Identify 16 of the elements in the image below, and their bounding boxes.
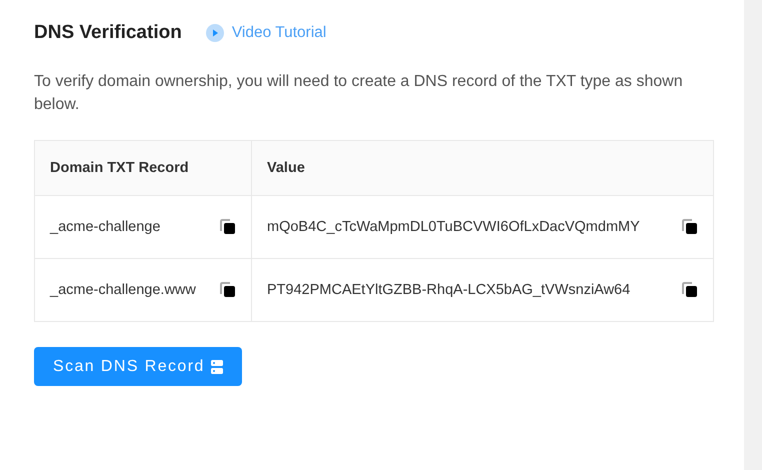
copy-button[interactable] bbox=[682, 219, 698, 235]
record-value: mQoB4C_cTcWaMpmDL0TuBCVWI6OfLxDacVQmdmMY bbox=[267, 219, 640, 235]
column-header: Domain TXT Record bbox=[34, 140, 252, 196]
record-name: _acme-challenge bbox=[50, 219, 160, 235]
copy-button[interactable] bbox=[682, 282, 698, 298]
play-icon bbox=[206, 24, 224, 42]
scan-dns-record-button[interactable]: Scan DNS Record bbox=[34, 347, 242, 386]
video-tutorial-link[interactable]: Video Tutorial bbox=[206, 24, 326, 42]
copy-button[interactable] bbox=[220, 219, 236, 235]
copy-button[interactable] bbox=[220, 282, 236, 298]
record-name: _acme-challenge.www bbox=[50, 282, 196, 298]
server-icon bbox=[210, 360, 223, 374]
column-header: Value bbox=[252, 140, 714, 196]
description: To verify domain ownership, you will need to create a DNS record of the TXT type as shown below. bbox=[34, 72, 684, 115]
record-value: PT942PMCAEtYltGZBB-RhqA-LCX5bAG_tVWsnziAw64 bbox=[267, 282, 630, 298]
section-title: DNS Verification bbox=[34, 22, 182, 44]
